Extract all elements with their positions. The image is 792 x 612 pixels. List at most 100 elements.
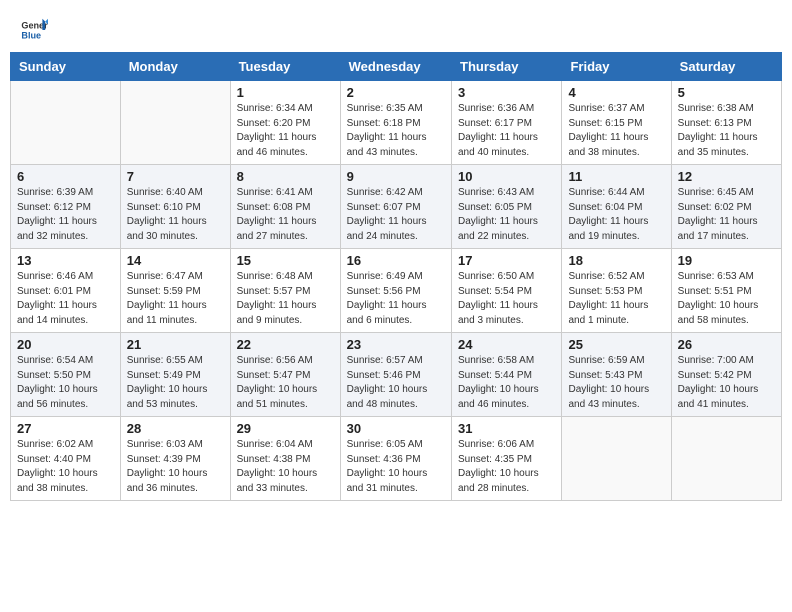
- day-detail: Sunrise: 6:36 AM Sunset: 6:17 PM Dayligh…: [458, 102, 555, 160]
- day-detail: Sunrise: 6:53 AM Sunset: 5:51 PM Dayligh…: [678, 270, 775, 328]
- day-detail: Sunrise: 6:52 AM Sunset: 5:53 PM Dayligh…: [568, 270, 664, 328]
- calendar-cell: 3 Sunrise: 6:36 AM Sunset: 6:17 PM Daylig…: [452, 81, 562, 165]
- day-number: 5: [678, 85, 775, 100]
- calendar-cell: 19Sunrise: 6:53 AM Sunset: 5:51 PM Dayli…: [671, 249, 781, 333]
- day-detail: Sunrise: 6:47 AM Sunset: 5:59 PM Dayligh…: [127, 270, 224, 328]
- day-detail: Sunrise: 6:54 AM Sunset: 5:50 PM Dayligh…: [17, 354, 114, 412]
- calendar-cell: [120, 81, 230, 165]
- day-detail: Sunrise: 6:05 AM Sunset: 4:36 PM Dayligh…: [347, 438, 445, 496]
- day-detail: Sunrise: 6:58 AM Sunset: 5:44 PM Dayligh…: [458, 354, 555, 412]
- day-detail: Sunrise: 6:57 AM Sunset: 5:46 PM Dayligh…: [347, 354, 445, 412]
- calendar-cell: 17Sunrise: 6:50 AM Sunset: 5:54 PM Dayli…: [452, 249, 562, 333]
- calendar-cell: 9Sunrise: 6:42 AM Sunset: 6:07 PM Daylig…: [340, 165, 451, 249]
- week-row-2: 6Sunrise: 6:39 AM Sunset: 6:12 PM Daylig…: [11, 165, 782, 249]
- calendar-cell: 16Sunrise: 6:49 AM Sunset: 5:56 PM Dayli…: [340, 249, 451, 333]
- calendar-cell: 5 Sunrise: 6:38 AM Sunset: 6:13 PM Daylig…: [671, 81, 781, 165]
- calendar-cell: 22Sunrise: 6:56 AM Sunset: 5:47 PM Dayli…: [230, 333, 340, 417]
- calendar-cell: 24 Sunrise: 6:58 AM Sunset: 5:44 PM Dayli…: [452, 333, 562, 417]
- calendar-cell: 18 Sunrise: 6:52 AM Sunset: 5:53 PM Dayli…: [562, 249, 671, 333]
- day-detail: Sunrise: 6:06 AM Sunset: 4:35 PM Dayligh…: [458, 438, 555, 496]
- calendar-cell: [11, 81, 121, 165]
- day-detail: Sunrise: 6:48 AM Sunset: 5:57 PM Dayligh…: [237, 270, 334, 328]
- calendar-cell: 29 Sunrise: 6:04 AM Sunset: 4:38 PM Dayli…: [230, 417, 340, 501]
- day-number: 22: [237, 337, 334, 352]
- calendar-cell: 21Sunrise: 6:55 AM Sunset: 5:49 PM Dayli…: [120, 333, 230, 417]
- calendar-cell: [671, 417, 781, 501]
- week-row-5: 27Sunrise: 6:02 AM Sunset: 4:40 PM Dayli…: [11, 417, 782, 501]
- day-number: 28: [127, 421, 224, 436]
- calendar-cell: 25 Sunrise: 6:59 AM Sunset: 5:43 PM Dayli…: [562, 333, 671, 417]
- calendar-cell: 28 Sunrise: 6:03 AM Sunset: 4:39 PM Dayli…: [120, 417, 230, 501]
- day-number: 13: [17, 253, 114, 268]
- calendar-cell: 13 Sunrise: 6:46 AM Sunset: 6:01 PM Dayli…: [11, 249, 121, 333]
- day-number: 12: [678, 169, 775, 184]
- day-number: 15: [237, 253, 334, 268]
- calendar-cell: 20 Sunrise: 6:54 AM Sunset: 5:50 PM Dayli…: [11, 333, 121, 417]
- day-detail: Sunrise: 6:49 AM Sunset: 5:56 PM Dayligh…: [347, 270, 445, 328]
- day-number: 14: [127, 253, 224, 268]
- calendar-cell: 6Sunrise: 6:39 AM Sunset: 6:12 PM Daylig…: [11, 165, 121, 249]
- day-detail: Sunrise: 6:59 AM Sunset: 5:43 PM Dayligh…: [568, 354, 664, 412]
- day-detail: Sunrise: 6:35 AM Sunset: 6:18 PM Dayligh…: [347, 102, 445, 160]
- week-row-1: 1 Sunrise: 6:34 AM Sunset: 6:20 PM Daylig…: [11, 81, 782, 165]
- calendar-cell: 8 Sunrise: 6:41 AM Sunset: 6:08 PM Daylig…: [230, 165, 340, 249]
- calendar-container: SundayMondayTuesdayWednesdayThursdayFrid…: [0, 52, 792, 511]
- day-number: 7: [127, 169, 224, 184]
- day-detail: Sunrise: 6:43 AM Sunset: 6:05 PM Dayligh…: [458, 186, 555, 244]
- weekday-header-wednesday: Wednesday: [340, 53, 451, 81]
- day-number: 8: [237, 169, 334, 184]
- day-detail: Sunrise: 6:03 AM Sunset: 4:39 PM Dayligh…: [127, 438, 224, 496]
- weekday-header-row: SundayMondayTuesdayWednesdayThursdayFrid…: [11, 53, 782, 81]
- calendar-cell: 30 Sunrise: 6:05 AM Sunset: 4:36 PM Dayli…: [340, 417, 451, 501]
- day-number: 4: [568, 85, 664, 100]
- day-number: 1: [237, 85, 334, 100]
- calendar-table: SundayMondayTuesdayWednesdayThursdayFrid…: [10, 52, 782, 501]
- day-detail: Sunrise: 6:45 AM Sunset: 6:02 PM Dayligh…: [678, 186, 775, 244]
- weekday-header-friday: Friday: [562, 53, 671, 81]
- calendar-cell: 10 Sunrise: 6:43 AM Sunset: 6:05 PM Dayli…: [452, 165, 562, 249]
- week-row-3: 13 Sunrise: 6:46 AM Sunset: 6:01 PM Dayli…: [11, 249, 782, 333]
- day-number: 20: [17, 337, 114, 352]
- calendar-cell: 31Sunrise: 6:06 AM Sunset: 4:35 PM Dayli…: [452, 417, 562, 501]
- day-number: 24: [458, 337, 555, 352]
- day-number: 6: [17, 169, 114, 184]
- day-detail: Sunrise: 6:46 AM Sunset: 6:01 PM Dayligh…: [17, 270, 114, 328]
- weekday-header-thursday: Thursday: [452, 53, 562, 81]
- day-number: 2: [347, 85, 445, 100]
- calendar-cell: 23Sunrise: 6:57 AM Sunset: 5:46 PM Dayli…: [340, 333, 451, 417]
- calendar-cell: 14 Sunrise: 6:47 AM Sunset: 5:59 PM Dayli…: [120, 249, 230, 333]
- day-detail: Sunrise: 6:44 AM Sunset: 6:04 PM Dayligh…: [568, 186, 664, 244]
- calendar-cell: 15 Sunrise: 6:48 AM Sunset: 5:57 PM Dayli…: [230, 249, 340, 333]
- day-number: 10: [458, 169, 555, 184]
- logo-icon: General Blue: [20, 16, 48, 44]
- day-detail: Sunrise: 6:40 AM Sunset: 6:10 PM Dayligh…: [127, 186, 224, 244]
- weekday-header-saturday: Saturday: [671, 53, 781, 81]
- calendar-cell: 7 Sunrise: 6:40 AM Sunset: 6:10 PM Daylig…: [120, 165, 230, 249]
- day-number: 29: [237, 421, 334, 436]
- day-number: 21: [127, 337, 224, 352]
- day-number: 18: [568, 253, 664, 268]
- day-detail: Sunrise: 6:34 AM Sunset: 6:20 PM Dayligh…: [237, 102, 334, 160]
- day-detail: Sunrise: 6:38 AM Sunset: 6:13 PM Dayligh…: [678, 102, 775, 160]
- day-number: 3: [458, 85, 555, 100]
- calendar-cell: 11 Sunrise: 6:44 AM Sunset: 6:04 PM Dayli…: [562, 165, 671, 249]
- day-number: 25: [568, 337, 664, 352]
- day-detail: Sunrise: 6:41 AM Sunset: 6:08 PM Dayligh…: [237, 186, 334, 244]
- calendar-cell: 2 Sunrise: 6:35 AM Sunset: 6:18 PM Daylig…: [340, 81, 451, 165]
- day-number: 27: [17, 421, 114, 436]
- day-number: 30: [347, 421, 445, 436]
- day-detail: Sunrise: 7:00 AM Sunset: 5:42 PM Dayligh…: [678, 354, 775, 412]
- weekday-header-monday: Monday: [120, 53, 230, 81]
- weekday-header-sunday: Sunday: [11, 53, 121, 81]
- day-detail: Sunrise: 6:04 AM Sunset: 4:38 PM Dayligh…: [237, 438, 334, 496]
- week-row-4: 20 Sunrise: 6:54 AM Sunset: 5:50 PM Dayli…: [11, 333, 782, 417]
- calendar-cell: 27Sunrise: 6:02 AM Sunset: 4:40 PM Dayli…: [11, 417, 121, 501]
- svg-text:Blue: Blue: [21, 30, 41, 40]
- day-number: 9: [347, 169, 445, 184]
- page-header: General Blue: [0, 0, 792, 52]
- calendar-cell: [562, 417, 671, 501]
- day-number: 11: [568, 169, 664, 184]
- day-number: 26: [678, 337, 775, 352]
- day-number: 17: [458, 253, 555, 268]
- calendar-cell: 26 Sunrise: 7:00 AM Sunset: 5:42 PM Dayli…: [671, 333, 781, 417]
